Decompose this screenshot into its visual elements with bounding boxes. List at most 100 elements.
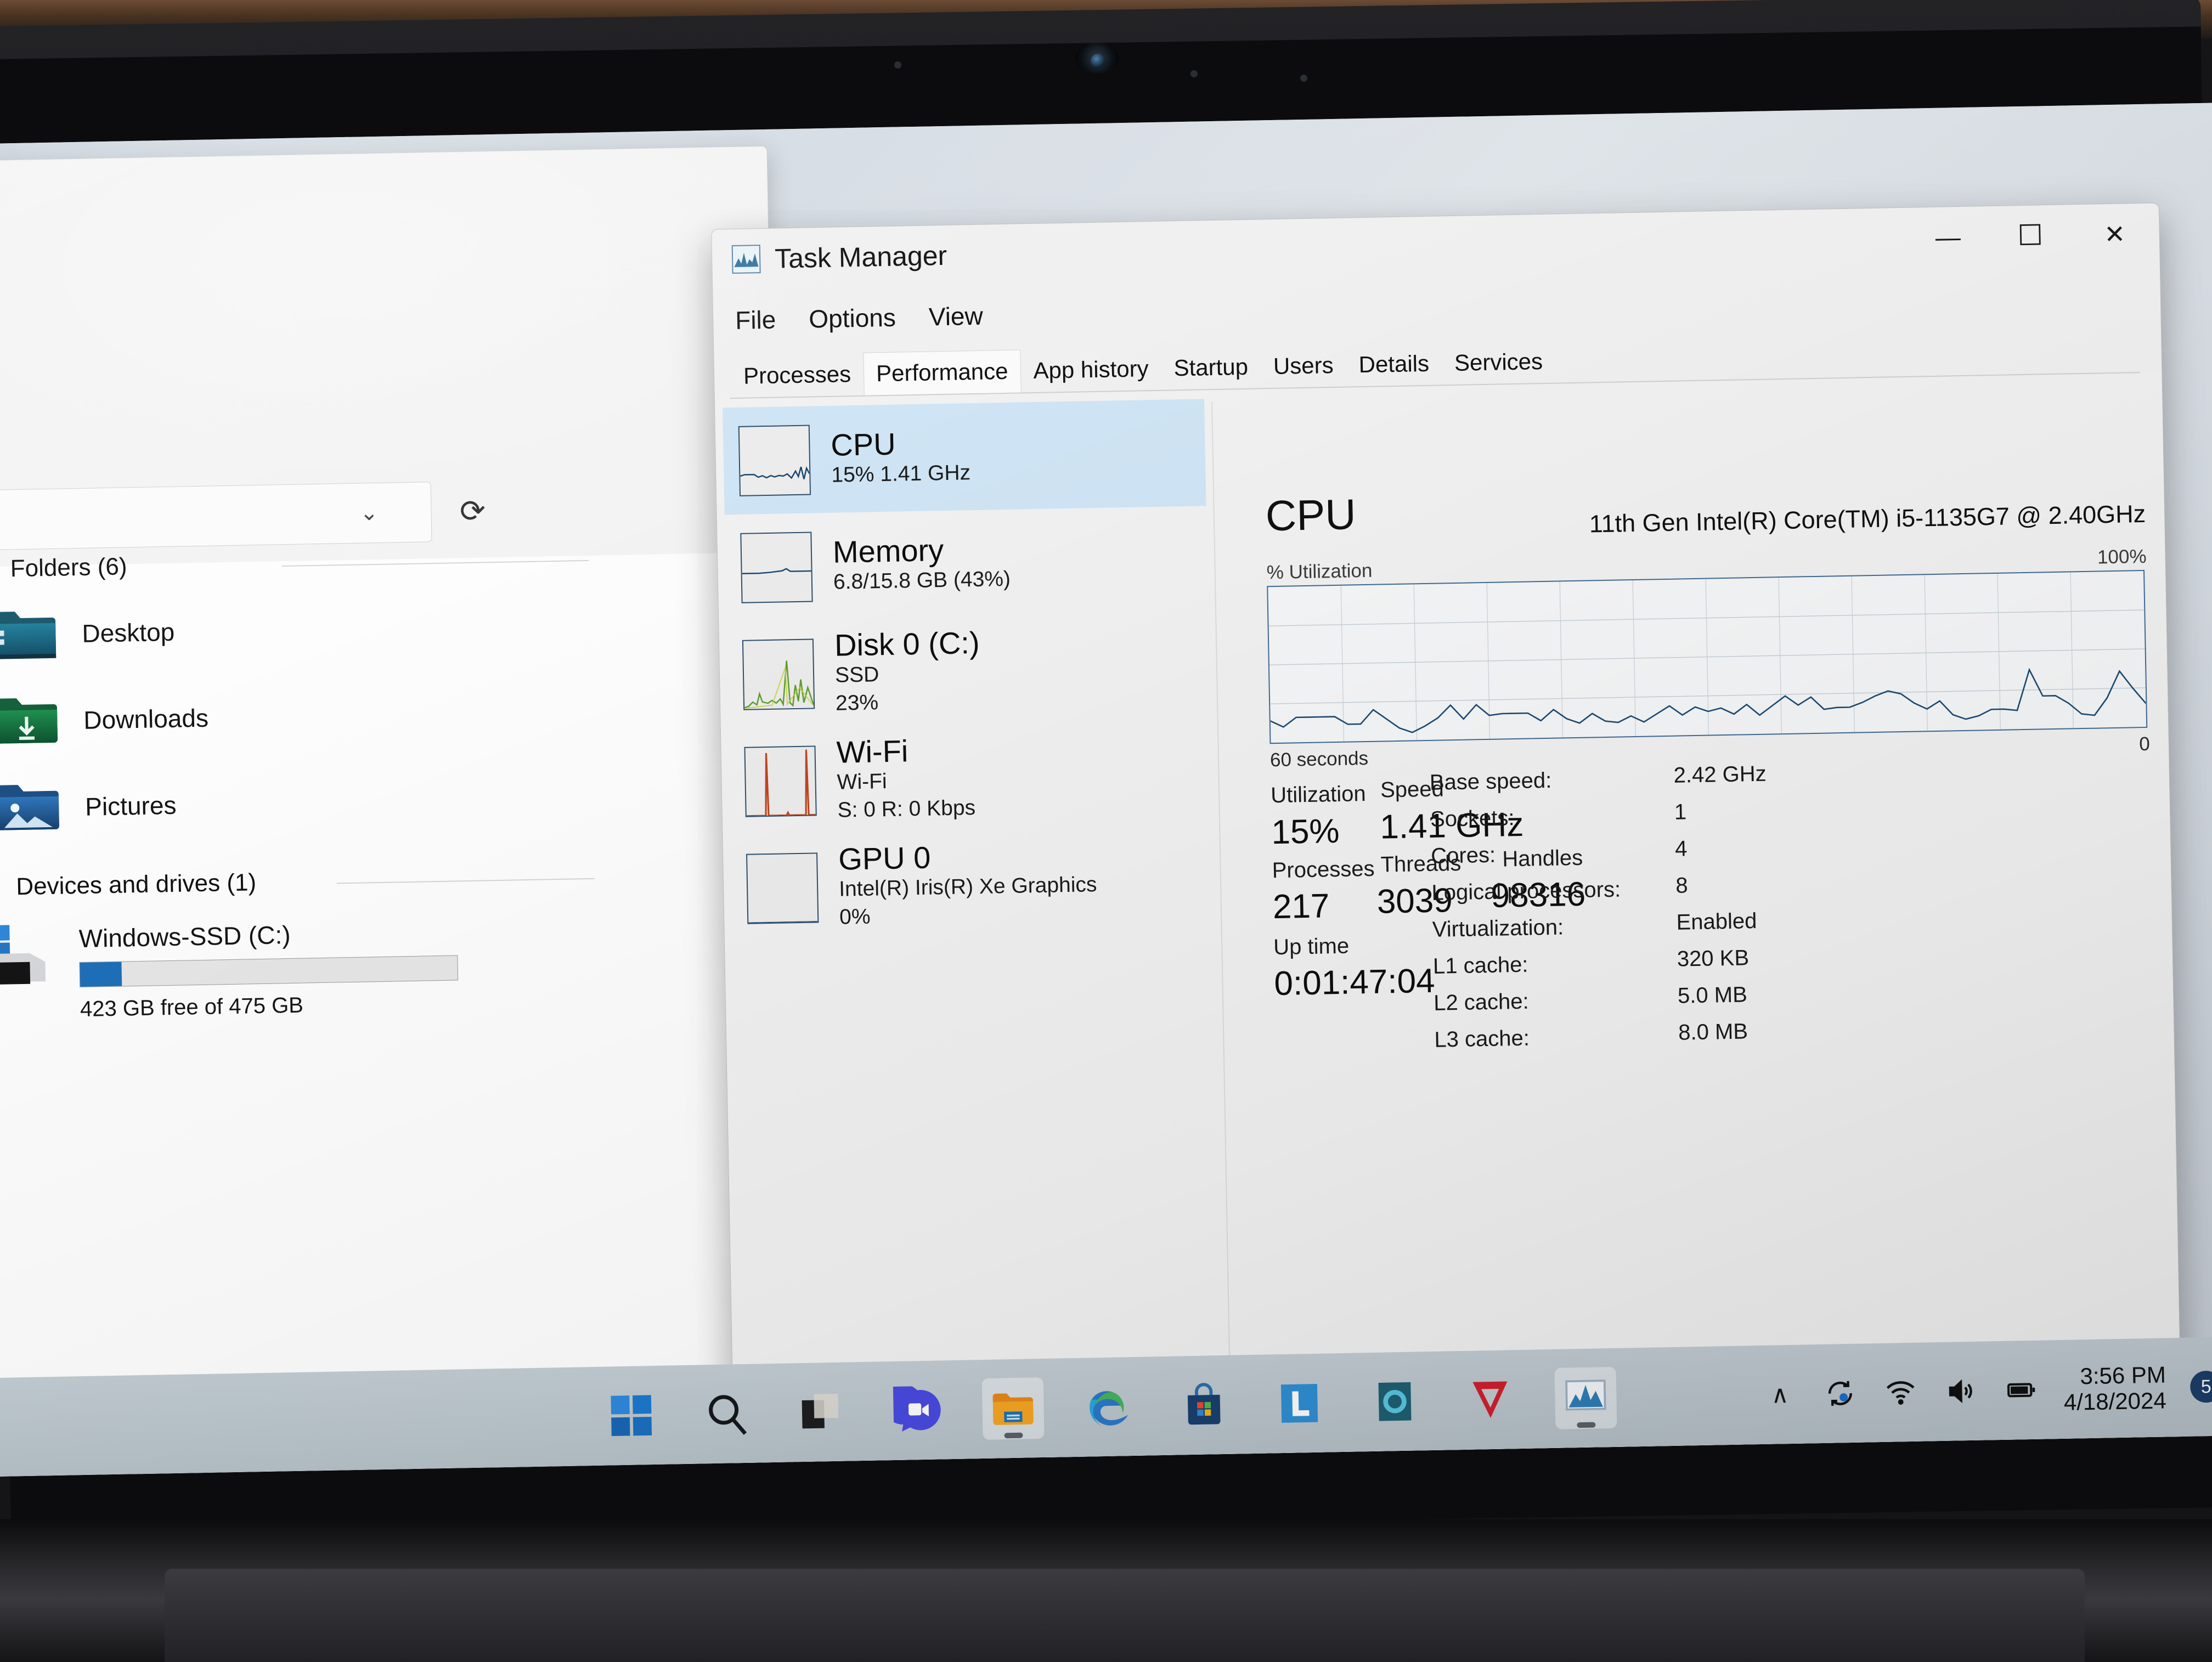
system-tray[interactable]: ∧ [1761, 1337, 2212, 1444]
drive-item-windows-ssd[interactable]: Windows-SSD (C:) 423 GB free of 475 GB [0, 914, 459, 1024]
spec-value-l1-cache: 320 KB [1677, 946, 1749, 971]
taskbar-clock[interactable]: 3:56 PM 4/18/2024 [2063, 1361, 2167, 1415]
minimize-icon: — [1935, 222, 1961, 252]
clock-date: 4/18/2024 [2063, 1387, 2166, 1415]
memory-mini-graph [740, 532, 812, 603]
resource-item-disk[interactable]: Disk 0 (C:) SSD 23% [726, 613, 1210, 728]
spec-value-logical-processors: 8 [1675, 873, 1688, 898]
resource-name: Disk 0 (C:) [834, 626, 980, 662]
resource-detail: Intel(R) Iris(R) Xe Graphics [839, 871, 1097, 903]
disk-mini-graph [742, 638, 815, 710]
tab-performance[interactable]: Performance [863, 349, 1021, 395]
stat-value-utilization: 15% [1271, 812, 1340, 852]
volume-icon[interactable] [1943, 1373, 1979, 1410]
laptop-photo: ⌄ ↑ › This PC ⌄ ⟳ Quick access Desktop 📌 [0, 0, 2212, 1659]
tab-startup[interactable]: Startup [1161, 345, 1261, 390]
file-explorer-icon[interactable] [982, 1377, 1045, 1440]
mcafee-icon[interactable] [1459, 1369, 1521, 1431]
close-button[interactable]: ✕ [2073, 203, 2157, 265]
devices-group-header[interactable]: ⌄ Devices and drives (1) [0, 869, 257, 901]
spec-label-cores: Cores: [1431, 843, 1496, 869]
spec-value-sockets: 1 [1674, 800, 1687, 824]
folder-item-pictures[interactable]: Pictures [0, 776, 177, 838]
menu-file[interactable]: File [735, 305, 776, 335]
resource-name: Wi-Fi [836, 733, 975, 769]
tray-overflow-icon[interactable]: ∧ [1762, 1376, 1798, 1413]
running-indicator [1004, 1433, 1023, 1439]
folder-icon-downloads [0, 692, 60, 751]
taskbar-apps [600, 1348, 1617, 1466]
task-manager-icon[interactable] [1554, 1367, 1617, 1429]
devices-group-label: Devices and drives (1) [16, 869, 257, 901]
folder-item-downloads[interactable]: Downloads [0, 689, 209, 751]
task-manager-icon [732, 245, 761, 274]
laptop-palmrest [165, 1569, 2085, 1662]
detail-heading: CPU [1265, 489, 1356, 541]
folder-label: Desktop [82, 617, 175, 648]
folder-label: Pictures [85, 790, 177, 822]
file-explorer-window[interactable]: ⌄ ↑ › This PC ⌄ ⟳ Quick access Desktop 📌 [0, 146, 790, 1410]
group-rule [337, 878, 595, 884]
spec-value-base-speed: 2.42 GHz [1673, 762, 1767, 788]
drive-name: Windows-SSD (C:) [78, 917, 458, 953]
notification-badge[interactable]: 5 [2190, 1371, 2212, 1403]
tab-app-history[interactable]: App history [1020, 347, 1162, 393]
stat-label-processes: Processes [1272, 857, 1375, 883]
resource-name: Memory [832, 533, 1010, 569]
resource-value: S: 0 R: 0 Kbps [837, 794, 975, 824]
drive-free-space: 423 GB free of 475 GB [80, 990, 459, 1022]
search-icon[interactable] [696, 1383, 758, 1445]
explorer-content-pane[interactable]: ⌄ Folders (6) Desktop [0, 552, 789, 1405]
cpu-mini-graph [738, 425, 811, 496]
microsoft-store-icon[interactable] [1173, 1374, 1235, 1437]
spec-label-l2-cache: L2 cache: [1434, 990, 1529, 1016]
drive-capacity-fill [80, 962, 121, 987]
chevron-down-icon: ⌄ [0, 875, 4, 901]
bezel-sensor-far-right [1300, 75, 1307, 82]
wifi-icon[interactable] [1882, 1374, 1919, 1411]
resource-detail: 6.8/15.8 GB (43%) [833, 566, 1011, 597]
gpu-mini-graph [746, 852, 819, 924]
chat-icon[interactable] [887, 1379, 949, 1441]
tab-details[interactable]: Details [1346, 342, 1442, 387]
resource-detail: Wi-Fi [837, 766, 975, 796]
folder-label: Downloads [83, 703, 209, 735]
battery-icon[interactable] [2003, 1372, 2040, 1409]
bezel-sensor-left [894, 61, 901, 69]
resource-item-wifi[interactable]: Wi-Fi Wi-Fi S: 0 R: 0 Kbps [729, 720, 1212, 835]
minimize-button[interactable]: — [1906, 206, 1990, 268]
maximize-button[interactable]: ☐ [1989, 205, 2072, 267]
tab-services[interactable]: Services [1441, 340, 1555, 386]
edge-icon[interactable] [1077, 1376, 1140, 1438]
sync-icon[interactable] [1822, 1375, 1859, 1412]
spec-label-virtualization: Virtualization: [1432, 915, 1564, 942]
tab-users[interactable]: Users [1260, 344, 1346, 389]
task-view-icon[interactable] [791, 1381, 854, 1443]
resource-item-memory[interactable]: Memory 6.8/15.8 GB (43%) [725, 506, 1208, 621]
spec-value-virtualization: Enabled [1676, 909, 1757, 935]
folder-item-desktop[interactable]: Desktop [0, 603, 175, 664]
folders-group-header[interactable]: ⌄ Folders (6) [0, 553, 127, 583]
task-manager-window[interactable]: Task Manager — ☐ ✕ File Options View Pro… [711, 202, 2182, 1477]
stat-value-processes: 217 [1272, 886, 1330, 926]
resource-item-gpu[interactable]: GPU 0 Intel(R) Iris(R) Xe Graphics 0% [730, 827, 1214, 942]
menu-view[interactable]: View [928, 301, 983, 332]
refresh-button[interactable]: ⟳ [444, 480, 500, 542]
drive-icon [0, 922, 59, 990]
laptop-screen: ⌄ ↑ › This PC ⌄ ⟳ Quick access Desktop 📌 [0, 103, 2212, 1477]
group-rule [281, 560, 589, 567]
address-bar[interactable]: › This PC ⌄ [0, 482, 432, 554]
resource-name: CPU [831, 426, 970, 462]
cortana-icon[interactable] [1364, 1370, 1426, 1433]
graph-y-axis-label: % Utilization [1266, 560, 1372, 584]
tab-processes[interactable]: Processes [730, 353, 864, 398]
lenovo-vantage-icon[interactable] [1268, 1372, 1331, 1434]
resource-item-cpu[interactable]: CPU 15% 1.41 GHz [723, 399, 1206, 515]
menu-options[interactable]: Options [809, 303, 896, 334]
spec-value-l2-cache: 5.0 MB [1678, 982, 1748, 1008]
graph-y-axis-max: 100% [2097, 546, 2147, 569]
start-icon[interactable] [600, 1384, 663, 1447]
stat-label-uptime: Up time [1273, 934, 1350, 960]
address-dropdown-icon[interactable]: ⌄ [360, 500, 379, 526]
resource-value: 23% [836, 687, 981, 718]
